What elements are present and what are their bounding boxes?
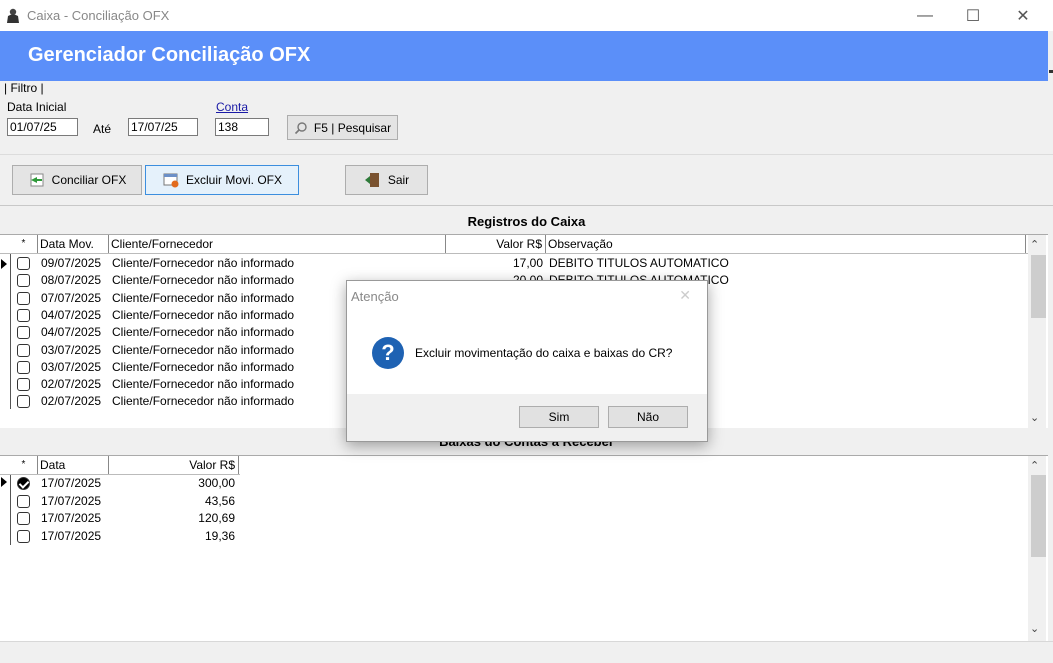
nao-button[interactable]: Não [608,406,688,428]
edge-mark [1049,70,1053,73]
registro-checkbox[interactable] [17,360,30,374]
registros-header: * Data Mov. Cliente/Fornecedor Valor R$ … [0,235,1028,254]
conciliar-label: Conciliar OFX [51,173,127,187]
registro-valor: 17,00 [512,256,543,270]
registro-data: 09/07/2025 [41,256,102,270]
registro-data: 02/07/2025 [41,394,102,409]
baixa-data: 17/07/2025 [41,528,102,543]
title-bar: Caixa - Conciliação OFX — ☐ ✕ [0,0,1053,31]
baixas-scroll-down-icon[interactable]: ⌄ [1030,622,1039,635]
question-icon: ? [372,337,404,369]
sair-label: Sair [387,173,410,187]
registro-data: 03/07/2025 [41,359,102,374]
baixa-checkbox[interactable] [17,512,30,525]
baixa-row[interactable]: 17/07/2025 19,36 [0,528,240,545]
dialog-message: Excluir movimentação do caixa e baixas d… [415,346,673,360]
registro-observacao: DEBITO TITULOS AUTOMATICO [549,256,729,270]
registro-data: 04/07/2025 [41,307,102,322]
registro-checkbox[interactable] [17,343,30,357]
dialog-title: Atenção [351,289,399,304]
conta-input[interactable]: 138 [215,118,269,136]
registros-scroll-thumb[interactable] [1031,255,1046,318]
registro-row[interactable]: 09/07/2025 Cliente/Fornecedor não informa… [0,255,1028,272]
dialog-close-icon[interactable]: ✕ [679,287,691,304]
scroll-down-icon[interactable]: ⌄ [1030,411,1039,424]
baixas-scrollbar[interactable]: ⌃ ⌄ [1028,456,1046,641]
scroll-up-icon[interactable]: ⌃ [1030,238,1039,251]
sair-button[interactable]: Sair [345,165,428,195]
conciliar-ofx-button[interactable]: Conciliar OFX [12,165,142,195]
registro-checkbox[interactable] [17,274,30,288]
registro-data: 02/07/2025 [41,377,102,392]
baixas-scroll-thumb[interactable] [1031,475,1046,557]
registro-checkbox[interactable] [17,257,30,270]
baixa-data: 17/07/2025 [41,493,102,508]
registros-title: Registros do Caixa [467,214,586,229]
window-title: Caixa - Conciliação OFX [27,8,170,23]
confirm-dialog: Atenção ✕ ? Excluir movimentação do caix… [346,280,708,442]
baixa-row[interactable]: 17/07/2025 43,56 [0,493,240,510]
excluir-movi-ofx-button[interactable]: Excluir Movi. OFX [145,165,299,195]
excluir-icon [163,173,179,188]
registro-data: 07/07/2025 [41,290,102,305]
sim-button[interactable]: Sim [519,406,599,428]
filter-divider [0,154,1053,155]
conta-link[interactable]: Conta [216,100,248,114]
app-icon [7,8,19,23]
registro-checkbox[interactable] [17,291,30,305]
baixas-col-check[interactable]: * [10,456,38,474]
baixa-valor: 43,56 [204,493,235,508]
col-cliente[interactable]: Cliente/Fornecedor [109,235,446,253]
col-valor[interactable]: Valor R$ [446,235,546,253]
baixa-data: 17/07/2025 [41,476,102,490]
baixas-col-valor[interactable]: Valor R$ [109,456,239,474]
excluir-label: Excluir Movi. OFX [185,173,282,187]
baixas-left-line [10,475,11,545]
header-banner: Gerenciador Conciliação OFX [0,31,1048,81]
baixas-grid[interactable]: * Data Valor R$ 17/07/2025 300,00 17/07/20… [0,455,1048,641]
registro-checkbox[interactable] [17,395,30,409]
exit-door-icon [364,173,379,187]
registro-checkbox[interactable] [17,378,30,392]
baixa-valor: 120,69 [198,511,235,525]
baixas-col-data[interactable]: Data [38,456,109,474]
filter-group-label: | Filtro | [4,81,44,95]
col-observacao[interactable]: Observação [546,235,1026,253]
baixa-checkbox[interactable] [17,494,30,508]
magnifier-icon [294,121,307,134]
registro-checkbox[interactable] [17,308,30,322]
baixa-row[interactable]: 17/07/2025 300,00 [0,475,240,492]
baixa-valor: 300,00 [198,476,235,490]
search-button[interactable]: F5 | Pesquisar [287,115,398,140]
conciliar-icon [30,173,44,187]
data-inicial-label: Data Inicial [7,100,67,114]
baixa-checkbox[interactable] [17,529,30,543]
registro-data: 08/07/2025 [41,273,102,288]
baixa-valor: 19,36 [204,528,235,543]
registros-scrollbar[interactable]: ⌃ ⌄ [1028,235,1046,428]
data-final-input[interactable]: 17/07/25 [128,118,198,136]
data-inicial-input[interactable]: 01/07/25 [7,118,78,136]
status-bar [0,641,1053,663]
grid-left-line [10,254,11,409]
page-title: Gerenciador Conciliação OFX [28,44,311,66]
maximize-button[interactable]: ☐ [948,0,998,31]
col-data-mov[interactable]: Data Mov. [38,235,109,253]
baixa-data: 17/07/2025 [41,511,102,525]
registro-data: 04/07/2025 [41,325,102,340]
baixas-scroll-up-icon[interactable]: ⌃ [1030,459,1039,472]
registro-data: 03/07/2025 [41,342,102,357]
dialog-footer: Sim Não [347,394,707,441]
search-button-label: F5 | Pesquisar [313,120,392,135]
baixa-checkbox[interactable] [17,477,30,490]
minimize-button[interactable]: — [900,0,950,31]
close-button[interactable]: ✕ [998,0,1048,31]
col-check[interactable]: * [10,235,38,253]
toolbar-divider [0,205,1053,206]
ate-label: Até [93,122,112,136]
registro-checkbox[interactable] [17,326,30,340]
baixas-header: * Data Valor R$ [0,456,240,475]
baixa-row[interactable]: 17/07/2025 120,69 [0,510,240,527]
registro-cliente: Cliente/Fornecedor não informado [112,256,295,270]
